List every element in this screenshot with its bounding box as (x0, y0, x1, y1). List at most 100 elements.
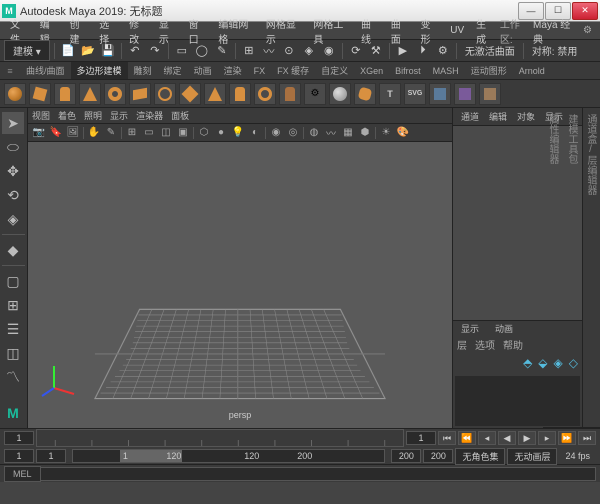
lasso-icon[interactable]: ◯ (193, 42, 211, 60)
vp-gate-mask-icon[interactable]: ▣ (176, 126, 190, 140)
rp-tab-channels[interactable]: 通道 (457, 108, 483, 125)
cmd-input[interactable] (41, 467, 596, 481)
lasso-tool-icon[interactable]: ⬭ (2, 136, 24, 158)
move-tool-icon[interactable]: ✥ (2, 160, 24, 182)
vp-menu-view[interactable]: 视图 (32, 109, 50, 122)
snap-live-icon[interactable]: ◉ (320, 42, 338, 60)
layer-menu-help[interactable]: 帮助 (503, 337, 523, 352)
poly-plane-icon[interactable] (129, 83, 151, 105)
play-back-icon[interactable]: ◀ (498, 431, 516, 445)
next-key-icon[interactable]: ▸ (538, 431, 556, 445)
step-back-icon[interactable]: ⏪ (458, 431, 476, 445)
cmd-language-selector[interactable]: MEL (4, 466, 41, 482)
range-playstart-field[interactable] (36, 449, 66, 463)
character-set-selector[interactable]: 无角色集 (455, 448, 505, 465)
poly-gear-icon[interactable]: ⚙ (304, 83, 326, 105)
snap-curve-icon[interactable]: 〰 (260, 42, 278, 60)
shelf-tab-sculpt[interactable]: 雕刻 (128, 62, 158, 79)
vp-menu-panels[interactable]: 面板 (171, 109, 189, 122)
layout-graph-icon[interactable]: 〽 (2, 366, 24, 388)
layer-move-up-icon[interactable]: ⬘ (523, 356, 532, 370)
shelf-tab-fxcache[interactable]: FX 缓存 (271, 62, 315, 79)
time-current-field[interactable] (4, 431, 34, 445)
vp-wireframe-icon[interactable]: ⬡ (197, 126, 211, 140)
shelf-tab-fx[interactable]: FX (248, 64, 272, 78)
vp-film-gate-icon[interactable]: ▭ (142, 126, 156, 140)
shelf-tab-render[interactable]: 渲染 (218, 62, 248, 79)
vp-select-cam-icon[interactable]: 📷 (32, 126, 46, 140)
snap-point-icon[interactable]: ⊙ (280, 42, 298, 60)
fps-display[interactable]: 24 fps (559, 451, 596, 461)
vp-2d-pan-icon[interactable]: ✋ (87, 126, 101, 140)
select-tool-icon[interactable]: ➤ (2, 112, 24, 134)
vp-xray-icon[interactable]: ◎ (286, 126, 300, 140)
shelf-tab-bifrost[interactable]: Bifrost (389, 64, 427, 78)
vp-grid-icon[interactable]: ⊞ (125, 126, 139, 140)
poly-misc1-icon[interactable] (429, 83, 451, 105)
menu-uv[interactable]: UV (444, 23, 470, 38)
poly-soccer-icon[interactable] (329, 83, 351, 105)
range-slider[interactable]: 1 120 120 200 (72, 449, 385, 463)
side-tab-attr[interactable]: 属性编辑器 (543, 108, 562, 428)
shelf-tab-custom[interactable]: 自定义 (315, 62, 354, 79)
poly-misc3-icon[interactable] (479, 83, 501, 105)
shelf-tab-poly[interactable]: 多边形建模 (71, 62, 128, 79)
construction-icon[interactable]: ⚒ (367, 42, 385, 60)
vp-image-plane-icon[interactable]: 🖼 (66, 126, 80, 140)
last-tool-icon[interactable]: ◆ (2, 239, 24, 261)
new-scene-icon[interactable]: 📄 (59, 42, 77, 60)
poly-cone-icon[interactable] (79, 83, 101, 105)
snap-grid-icon[interactable]: ⊞ (240, 42, 258, 60)
workspace-gear-icon[interactable]: ⚙ (579, 25, 596, 36)
ipr-icon[interactable]: ⏵ (414, 42, 432, 60)
vp-motion-blur-icon[interactable]: 〰 (324, 126, 338, 140)
layer-menu-layers[interactable]: 层 (457, 337, 467, 352)
mode-selector[interactable]: 建模 ▾ (4, 40, 50, 61)
vp-menu-show[interactable]: 显示 (110, 109, 128, 122)
shelf-tab-xgen[interactable]: XGen (354, 64, 389, 78)
play-start-icon[interactable]: ⏮ (438, 431, 456, 445)
step-fwd-icon[interactable]: ⏩ (558, 431, 576, 445)
play-end-icon[interactable]: ⏭ (578, 431, 596, 445)
vp-smooth-icon[interactable]: ● (214, 126, 228, 140)
layout-single-icon[interactable]: ▢ (2, 270, 24, 292)
vp-isolate-icon[interactable]: ◉ (269, 126, 283, 140)
vp-menu-renderer[interactable]: 渲染器 (136, 109, 163, 122)
rp-tab-edit[interactable]: 编辑 (485, 108, 511, 125)
anim-layer-selector[interactable]: 无动画层 (507, 448, 557, 465)
side-tab-channelbox[interactable]: 通道盒/层编辑器 (581, 108, 600, 428)
select-mode-icon[interactable]: ▭ (173, 42, 191, 60)
poly-prism-icon[interactable] (229, 83, 251, 105)
poly-misc2-icon[interactable] (454, 83, 476, 105)
poly-platonic-icon[interactable] (179, 83, 201, 105)
poly-pyramid-icon[interactable] (204, 83, 226, 105)
range-playend-field[interactable] (391, 449, 421, 463)
vp-textured-icon[interactable]: ▦ (341, 126, 355, 140)
shelf-tab-anim[interactable]: 动画 (188, 62, 218, 79)
symmetry-label[interactable]: 对称: 禁用 (528, 43, 582, 58)
vp-color-mgmt-icon[interactable]: 🎨 (396, 126, 410, 140)
poly-cylinder-icon[interactable] (54, 83, 76, 105)
viewport[interactable]: persp (28, 142, 452, 428)
layer-tab-display[interactable]: 显示 (457, 320, 483, 337)
shelf-tab-rig[interactable]: 绑定 (158, 62, 188, 79)
range-start-field[interactable] (4, 449, 34, 463)
rotate-tool-icon[interactable]: ⟲ (2, 184, 24, 206)
render-settings-icon[interactable]: ⚙ (434, 42, 452, 60)
scale-tool-icon[interactable]: ◈ (2, 208, 24, 230)
side-tab-modeling[interactable]: 建模工具包 (562, 108, 581, 428)
vp-expose-icon[interactable]: ☀ (379, 126, 393, 140)
vp-aa-icon[interactable]: ⬢ (358, 126, 372, 140)
workspace-selector[interactable]: Maya 经典 (529, 16, 579, 46)
poly-cube-icon[interactable] (29, 83, 51, 105)
layout-persp-icon[interactable]: ◫ (2, 342, 24, 364)
vp-shadows-icon[interactable]: ◐ (248, 126, 262, 140)
poly-pipe-icon[interactable] (254, 83, 276, 105)
poly-superellipse-icon[interactable] (354, 83, 376, 105)
redo-icon[interactable]: ↷ (146, 42, 164, 60)
range-end-field[interactable] (423, 449, 453, 463)
poly-helix-icon[interactable] (279, 83, 301, 105)
time-current-field2[interactable] (406, 431, 436, 445)
poly-torus-icon[interactable] (104, 83, 126, 105)
poly-disc-icon[interactable] (154, 83, 176, 105)
